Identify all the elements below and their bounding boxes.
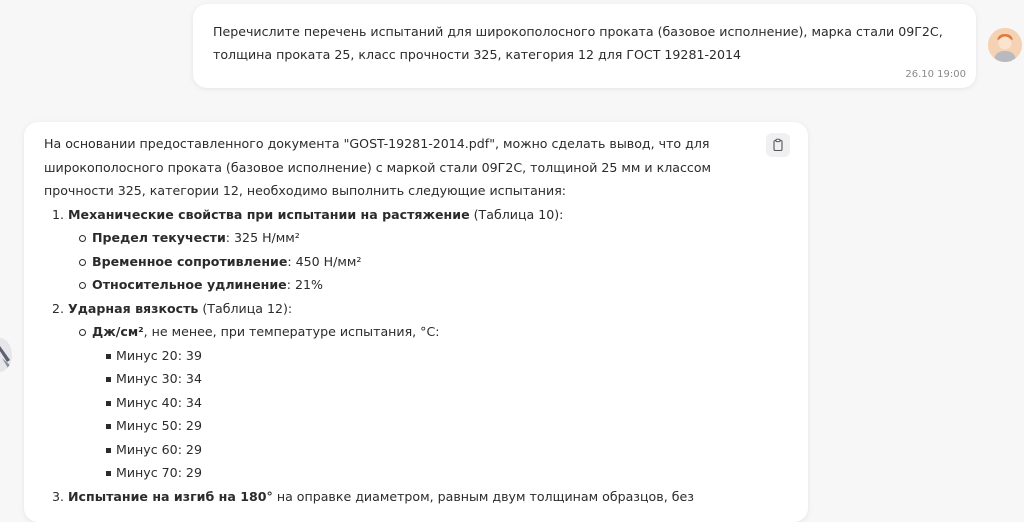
assistant-message-bubble: На основании предоставленного документа … [24, 122, 808, 522]
sub-list-item: Относительное удлинение: 21% [44, 273, 788, 297]
user-message-bubble: Перечислите перечень испытаний для широк… [193, 4, 976, 88]
sub-sub-list-item: Минус 50: 29 [44, 414, 788, 438]
list-item-title: Испытание на изгиб на 180° [68, 488, 273, 504]
list-item-title: Ударная вязкость [68, 300, 199, 316]
sub-sub-list-item: Минус 60: 29 [44, 438, 788, 462]
assistant-intro-text: На основании предоставленного документа … [44, 136, 712, 198]
sub-sub-list-item: Минус 70: 29 [44, 461, 788, 485]
bot-avatar-icon [0, 338, 12, 372]
list-item: 2. Ударная вязкость (Таблица 12): [52, 300, 293, 316]
sub-sub-list-item: Минус 40: 34 [44, 391, 788, 415]
user-message-text: Перечислите перечень испытаний для широк… [213, 24, 943, 62]
sub-list-item: Предел текучести: 325 Н/мм² [44, 226, 788, 250]
list-item-title: Механические свойства при испытании на р… [68, 206, 470, 222]
message-timestamp: 26.10 19:00 [905, 69, 966, 80]
list-item: 3. Испытание на изгиб на 180° на оправке… [52, 488, 694, 504]
sub-sub-list-item: Минус 30: 34 [44, 367, 788, 391]
sub-list-item: Дж/см², не менее, при температуре испыта… [44, 320, 788, 344]
list-item: 1. Механические свойства при испытании н… [52, 206, 564, 222]
sub-list-item: Временное сопротивление: 450 Н/мм² [44, 250, 788, 274]
user-avatar-icon [988, 28, 1022, 62]
sub-sub-list-item: Минус 20: 39 [44, 344, 788, 368]
clipboard-icon [773, 138, 783, 152]
copy-button[interactable] [766, 133, 790, 157]
